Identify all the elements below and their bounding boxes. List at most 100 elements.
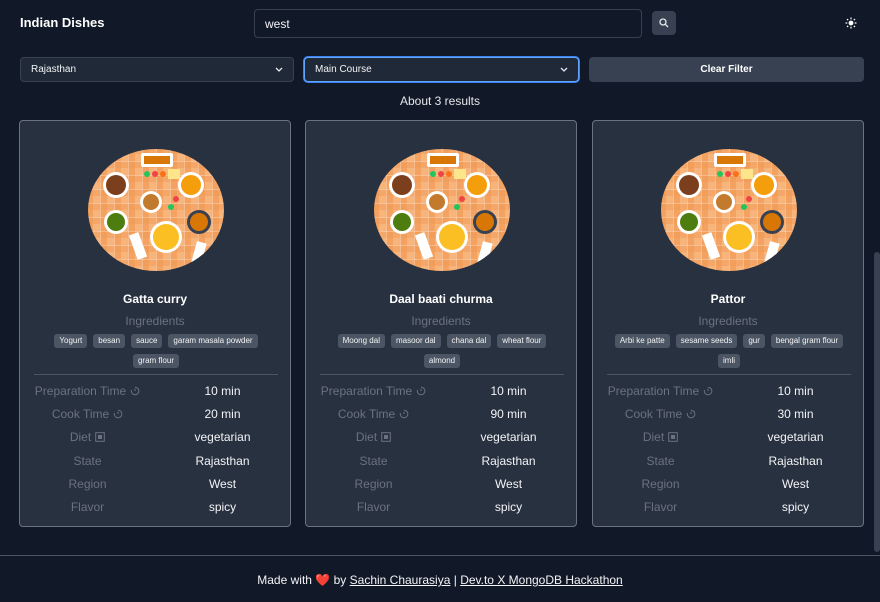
veg-mark-icon <box>95 432 105 443</box>
preparation-time-label-wrap: Preparation Time <box>593 384 728 398</box>
timer-icon <box>416 386 426 395</box>
state-select[interactable]: Rajasthan <box>20 57 294 82</box>
cook-time-label: Cook Time <box>337 406 396 421</box>
preparation-time-row: Preparation Time 10 min <box>306 379 576 402</box>
cook-time-value: 20 min <box>204 406 241 421</box>
preparation-time-label-wrap: Preparation Time <box>306 384 441 398</box>
flavor-label: Flavor <box>356 500 391 515</box>
timer-icon <box>703 386 713 395</box>
dish-card[interactable]: Daal baati churma Ingredients Moong dal m… <box>305 120 577 527</box>
dish-details: Preparation Time 10 min Cook Time 90 min… <box>306 379 576 519</box>
chevron-down-icon <box>560 67 568 72</box>
preparation-time-label-wrap: Preparation Time <box>20 384 155 398</box>
state-value: Rajasthan <box>481 453 536 468</box>
ingredients-heading: Ingredients <box>698 314 758 328</box>
author-link[interactable]: Sachin Chaurasiya <box>350 573 451 587</box>
cook-time-label-wrap: Cook Time <box>20 407 155 421</box>
cook-time-label-wrap: Cook Time <box>306 407 441 421</box>
scrollbar[interactable] <box>874 252 880 552</box>
dish-image <box>661 149 797 271</box>
flavor-row: Flavor spicy <box>20 495 290 518</box>
dish-details: Preparation Time 10 min Cook Time 20 min… <box>20 379 290 519</box>
dish-name: Pattor <box>710 292 746 306</box>
dish-name: Gatta curry <box>122 292 188 306</box>
state-value: Rajasthan <box>195 453 250 468</box>
diet-value: vegetarian <box>194 430 251 445</box>
theme-toggle-button[interactable] <box>842 14 860 32</box>
diet-value: vegetarian <box>480 430 537 445</box>
flavor-row: Flavor spicy <box>593 495 863 518</box>
diet-value: vegetarian <box>767 430 824 445</box>
diet-label-wrap: Diet <box>20 430 155 444</box>
header: Indian Dishes <box>0 0 880 46</box>
diet-label-wrap: Diet <box>593 430 728 444</box>
region-label-wrap: Region <box>593 477 728 491</box>
timer-icon <box>686 409 696 419</box>
state-label-wrap: State <box>20 454 155 468</box>
preparation-time-value: 10 min <box>490 383 527 398</box>
region-label: Region <box>354 476 393 491</box>
preparation-time-label: Preparation Time <box>607 383 700 398</box>
ingredients-heading: Ingredients <box>125 314 185 328</box>
region-row: Region West <box>306 472 576 495</box>
heart-icon: ❤️ <box>315 573 331 587</box>
preparation-time-label: Preparation Time <box>34 383 127 398</box>
ingredient-chip: Moong dal <box>337 334 385 348</box>
search-input[interactable] <box>254 9 642 38</box>
region-label-wrap: Region <box>306 477 441 491</box>
state-row: State Rajasthan <box>593 449 863 472</box>
ingredients-list: Arbi ke patte sesame seeds gur bengal gram … <box>607 334 851 368</box>
flavor-label-wrap: Flavor <box>306 500 441 514</box>
ingredient-chip: Yogurt <box>54 334 88 348</box>
ingredient-chip: sesame seeds <box>675 334 738 348</box>
timer-icon <box>399 409 409 419</box>
ingredient-chip: besan <box>93 334 126 348</box>
flavor-label-wrap: Flavor <box>593 500 728 514</box>
state-label: State <box>359 453 388 468</box>
flavor-label-wrap: Flavor <box>20 500 155 514</box>
veg-mark-icon <box>668 432 678 443</box>
ingredient-chip: wheat flour <box>497 334 547 348</box>
preparation-time-row: Preparation Time 10 min <box>593 379 863 402</box>
region-row: Region West <box>20 472 290 495</box>
ingredient-chip: almond <box>423 354 461 368</box>
ingredients-heading: Ingredients <box>411 314 471 328</box>
preparation-time-row: Preparation Time 10 min <box>20 379 290 402</box>
course-select-value: Main Course <box>315 64 372 75</box>
veg-mark-icon <box>381 432 391 443</box>
card-divider <box>34 374 278 375</box>
dish-card[interactable]: Gatta curry Ingredients Yogurt besan sauce… <box>19 120 291 527</box>
preparation-time-value: 10 min <box>777 383 814 398</box>
search-button[interactable] <box>652 11 676 35</box>
preparation-time-label: Preparation Time <box>320 383 413 398</box>
cook-time-label: Cook Time <box>51 406 110 421</box>
dish-card[interactable]: Pattor Ingredients Arbi ke patte sesame s… <box>592 120 864 527</box>
card-divider <box>607 374 851 375</box>
flavor-value: spicy <box>208 500 237 515</box>
footer-divider <box>0 555 880 556</box>
state-label-wrap: State <box>306 454 441 468</box>
cook-time-value: 30 min <box>777 406 814 421</box>
clear-filter-button[interactable]: Clear Filter <box>589 57 864 82</box>
ingredients-list: Yogurt besan sauce garam masala powder gram … <box>34 334 278 368</box>
diet-label-wrap: Diet <box>306 430 441 444</box>
brand-title[interactable]: Indian Dishes <box>20 15 105 30</box>
ingredients-list: Moong dal masoor dal chana dal wheat flour a… <box>320 334 564 368</box>
state-select-value: Rajasthan <box>31 64 77 75</box>
region-label-wrap: Region <box>20 477 155 491</box>
flavor-value: spicy <box>494 500 523 515</box>
course-select[interactable]: Main Course <box>304 57 579 82</box>
state-row: State Rajasthan <box>306 449 576 472</box>
diet-label: Diet <box>642 430 665 445</box>
flavor-row: Flavor spicy <box>306 495 576 518</box>
cook-time-value: 90 min <box>490 406 527 421</box>
flavor-label: Flavor <box>643 500 678 515</box>
ingredient-chip: gram flour <box>132 354 179 368</box>
diet-row: Diet vegetarian <box>593 426 863 449</box>
cook-time-label-wrap: Cook Time <box>593 407 728 421</box>
timer-icon <box>113 409 123 419</box>
state-label: State <box>646 453 675 468</box>
results-count: About 3 results <box>399 94 481 108</box>
hackathon-link[interactable]: Dev.to X MongoDB Hackathon <box>460 573 623 587</box>
region-value: West <box>781 476 810 491</box>
